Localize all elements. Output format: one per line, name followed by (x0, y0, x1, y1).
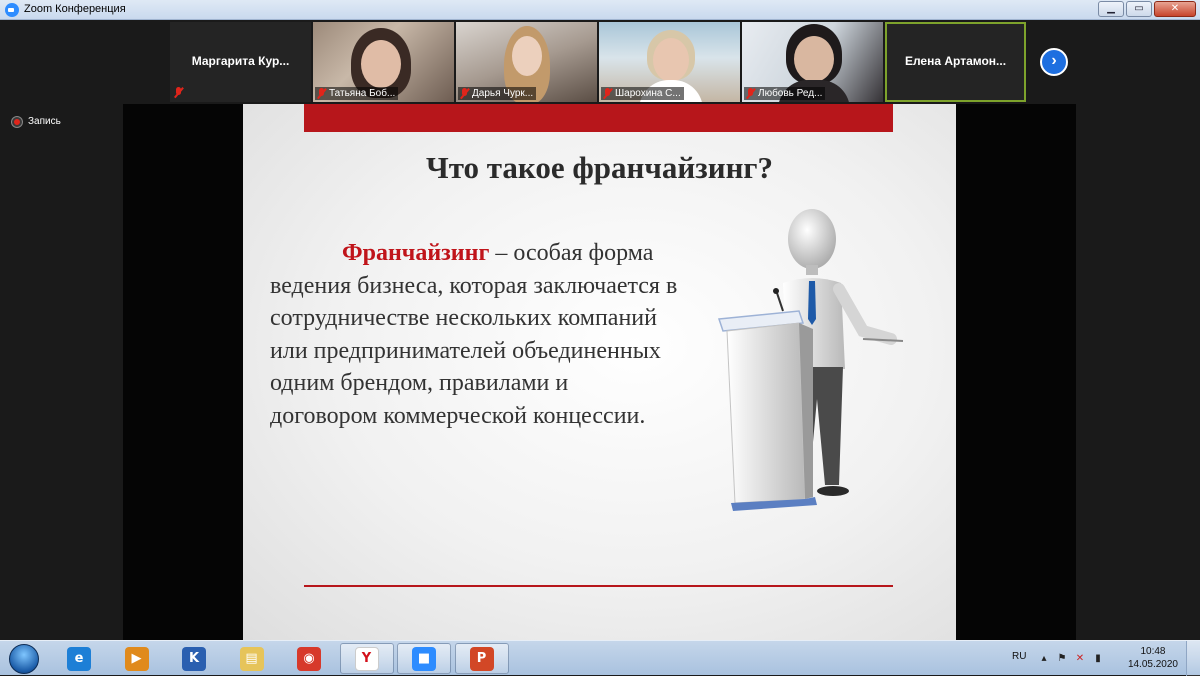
windows-logo-icon (9, 644, 39, 674)
start-button[interactable] (4, 642, 44, 675)
slide-definition: – особая форма ведения бизнеса, которая … (270, 240, 678, 429)
yandex-browser-icon: Y (354, 646, 379, 671)
participant-tile[interactable]: Татьяна Боб... (313, 22, 454, 102)
title-bar: Zoom Конференция ▁ ▭ ✕ (0, 0, 1200, 20)
taskbar-app-button[interactable]: K (167, 643, 221, 674)
window-title: Zoom Конференция (24, 3, 126, 15)
taskbar-app-button[interactable]: ▶ (110, 643, 164, 674)
participant-name: Елена Артамон... (904, 54, 1007, 68)
chrome-icon: ◉ (297, 646, 321, 671)
taskbar-app-button[interactable]: Y (339, 643, 394, 674)
slide-heading: Что такое франчайзинг? (425, 150, 774, 185)
media-player-icon: ▶ (124, 646, 149, 671)
zoom-window: Zoom Конференция ▁ ▭ ✕ Маргарита Кур... … (0, 0, 1200, 640)
slide-term: Франчайзинг (342, 240, 490, 266)
system-tray: RU ▴ ⚑ ✕ ▮ 10:48 14.05.2020 (1000, 641, 1200, 676)
powerpoint-icon: P (469, 646, 494, 671)
file-explorer-icon: ▤ (239, 646, 264, 671)
speaker-muted-icon[interactable]: ✕ (1074, 653, 1086, 665)
participant-tile[interactable]: Дарья Чурк... (456, 22, 597, 102)
participant-strip: Маргарита Кур... Татьяна Боб... Дарья Чу… (170, 22, 1026, 102)
presentation-slide: Что такое франчайзинг? Франчайзинг – осо… (243, 104, 956, 640)
zoom-app-icon (5, 3, 19, 17)
participant-tile-active-speaker[interactable]: Елена Артамон... (885, 22, 1026, 102)
speaker-at-podium-illustration (717, 209, 903, 511)
close-button[interactable]: ✕ (1154, 1, 1196, 17)
internet-explorer-icon: e (67, 646, 91, 671)
recording-label: Запись (28, 116, 61, 127)
maximize-button[interactable]: ▭ (1126, 1, 1152, 17)
language-indicator[interactable]: RU (1012, 651, 1026, 662)
clock-time: 10:48 (1140, 646, 1166, 657)
taskbar-app-button[interactable]: ◉ (282, 643, 336, 674)
shared-screen: Что такое франчайзинг? Франчайзинг – осо… (123, 104, 1076, 640)
taskbar-app-button[interactable]: ▤ (225, 643, 279, 674)
record-icon (12, 116, 22, 127)
chevron-right-icon: › (1051, 52, 1057, 69)
taskbar-app-button[interactable]: P (454, 643, 509, 674)
recording-indicator[interactable]: Запись (12, 116, 61, 127)
clock-date: 14.05.2020 (1127, 659, 1178, 670)
participant-tile[interactable]: Маргарита Кур... (170, 22, 311, 102)
participant-name: Любовь Ред... (758, 88, 823, 99)
slide-bottom-line (304, 585, 893, 587)
k-meleon-icon: K (182, 646, 206, 671)
network-signal-icon[interactable]: ▮ (1092, 653, 1104, 665)
participant-name: Маргарита Кур... (191, 54, 290, 68)
participant-name: Татьяна Боб... (329, 88, 396, 99)
participant-tile[interactable]: Шарохина С... (599, 22, 740, 102)
mic-muted-icon (317, 88, 326, 99)
slide-body-text: Франчайзинг – особая форма ведения бизне… (270, 237, 680, 432)
next-participants-button[interactable]: › (1040, 48, 1068, 76)
participant-name: Дарья Чурк... (472, 88, 534, 99)
participant-name: Шарохина С... (615, 88, 681, 99)
mic-muted-icon (603, 88, 612, 99)
taskbar-app-button[interactable]: ■ (397, 643, 451, 674)
windows-taskbar: e ▶ K ▤ ◉ Y ■ P RU ▴ ⚑ ✕ ▮ 10:48 14.05.2020 (0, 640, 1200, 676)
mic-muted-icon (746, 88, 755, 99)
slide-top-bar (304, 104, 893, 132)
participant-tile[interactable]: Любовь Ред... (742, 22, 883, 102)
zoom-icon: ■ (412, 646, 436, 671)
taskbar-app-button[interactable]: e (52, 643, 106, 674)
mic-muted-icon (460, 88, 469, 99)
minimize-button[interactable]: ▁ (1098, 1, 1124, 17)
mic-muted-icon (174, 87, 183, 98)
show-desktop-button[interactable] (1186, 641, 1200, 676)
clock[interactable]: 10:48 14.05.2020 (1128, 645, 1178, 671)
action-center-flag-icon[interactable]: ⚑ (1056, 653, 1068, 665)
show-hidden-icons-icon[interactable]: ▴ (1038, 653, 1050, 665)
